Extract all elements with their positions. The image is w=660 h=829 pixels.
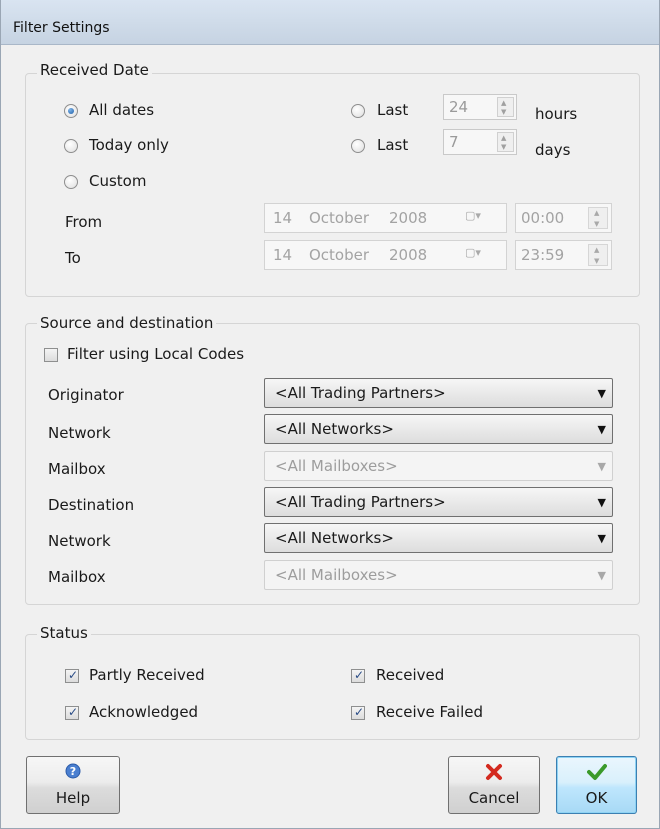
- destination-label: Destination: [48, 496, 135, 514]
- chevron-down-icon: ▼: [597, 460, 606, 473]
- last-hours-label[interactable]: Last: [377, 101, 408, 119]
- to-day: 14: [273, 246, 293, 264]
- to-month: October: [309, 246, 370, 264]
- received-checkbox[interactable]: ✓: [351, 668, 365, 683]
- check-icon: ✓: [68, 668, 79, 682]
- ok-button[interactable]: OK: [556, 756, 637, 814]
- last-hours-radio[interactable]: [351, 104, 365, 118]
- last-days-spin-arrows[interactable]: ▲ ▼: [497, 132, 514, 152]
- last-days-value: 7: [449, 133, 459, 151]
- chevron-down-icon: ▼: [597, 532, 606, 545]
- destination-mailbox-dropdown[interactable]: <All Mailboxes> ▼: [264, 560, 613, 590]
- hours-unit-label: hours: [535, 105, 578, 123]
- custom-label[interactable]: Custom: [89, 172, 146, 190]
- checkmark-icon: [557, 763, 636, 785]
- received-label[interactable]: Received: [376, 666, 444, 684]
- acknowledged-checkbox[interactable]: ✓: [65, 705, 79, 720]
- destination-mailbox-label: Mailbox: [48, 568, 106, 586]
- last-days-spinner[interactable]: 7 ▲ ▼: [443, 129, 517, 155]
- chevron-down-icon: ▼: [597, 387, 606, 400]
- today-only-label[interactable]: Today only: [89, 136, 169, 154]
- status-group: [25, 634, 640, 740]
- partly-received-checkbox[interactable]: ✓: [65, 668, 79, 683]
- from-time-spin-arrows[interactable]: ▲ ▼: [588, 207, 608, 229]
- originator-network-label: Network: [48, 424, 111, 442]
- last-days-radio[interactable]: [351, 139, 365, 153]
- received-date-group-label: Received Date: [37, 61, 152, 79]
- acknowledged-label[interactable]: Acknowledged: [89, 703, 198, 721]
- originator-network-dropdown[interactable]: <All Networks> ▼: [264, 414, 613, 444]
- cancel-label: Cancel: [468, 789, 520, 807]
- help-icon: ?: [27, 763, 119, 783]
- calendar-dropdown-icon[interactable]: ▢▾: [465, 246, 495, 264]
- chevron-down-icon: ▼: [597, 496, 606, 509]
- last-hours-spinner[interactable]: 24 ▲ ▼: [443, 94, 517, 120]
- ok-label: OK: [585, 789, 608, 807]
- last-days-label[interactable]: Last: [377, 136, 408, 154]
- receive-failed-label[interactable]: Receive Failed: [376, 703, 483, 721]
- originator-label: Originator: [48, 386, 124, 404]
- last-hours-value: 24: [449, 98, 469, 116]
- check-icon: ✓: [354, 668, 365, 682]
- originator-mailbox-dropdown[interactable]: <All Mailboxes> ▼: [264, 451, 613, 481]
- destination-network-label: Network: [48, 532, 111, 550]
- filter-settings-dialog: Filter Settings Received Date All dates …: [0, 0, 660, 829]
- svg-text:?: ?: [70, 765, 76, 778]
- from-month: October: [309, 209, 370, 227]
- cancel-icon: [449, 763, 539, 785]
- title-bar[interactable]: Filter Settings: [1, 0, 659, 45]
- chevron-down-icon: ▼: [597, 423, 606, 436]
- check-icon: ✓: [354, 705, 365, 719]
- to-date-picker[interactable]: 14 October 2008 ▢▾: [264, 240, 507, 270]
- source-destination-group-label: Source and destination: [37, 314, 217, 332]
- to-label: To: [65, 249, 81, 267]
- destination-value: <All Trading Partners>: [275, 493, 446, 511]
- chevron-down-icon: ▼: [597, 569, 606, 582]
- to-year: 2008: [389, 246, 428, 264]
- help-button[interactable]: ? Help: [26, 756, 120, 814]
- days-unit-label: days: [535, 141, 571, 159]
- custom-radio[interactable]: [64, 175, 78, 189]
- originator-mailbox-label: Mailbox: [48, 460, 106, 478]
- originator-dropdown[interactable]: <All Trading Partners> ▼: [264, 378, 613, 408]
- destination-network-dropdown[interactable]: <All Networks> ▼: [264, 523, 613, 553]
- local-codes-label[interactable]: Filter using Local Codes: [67, 345, 244, 363]
- originator-value: <All Trading Partners>: [275, 384, 446, 402]
- from-date-picker[interactable]: 14 October 2008 ▢▾: [264, 203, 507, 233]
- receive-failed-checkbox[interactable]: ✓: [351, 705, 365, 720]
- status-group-label: Status: [37, 624, 91, 642]
- all-dates-label[interactable]: All dates: [89, 101, 154, 119]
- originator-network-value: <All Networks>: [275, 420, 394, 438]
- today-only-radio[interactable]: [64, 139, 78, 153]
- last-hours-spin-arrows[interactable]: ▲ ▼: [497, 97, 514, 117]
- local-codes-checkbox[interactable]: [44, 348, 58, 362]
- destination-dropdown[interactable]: <All Trading Partners> ▼: [264, 487, 613, 517]
- from-label: From: [65, 213, 103, 231]
- help-label: Help: [55, 789, 91, 807]
- calendar-dropdown-icon[interactable]: ▢▾: [465, 209, 495, 227]
- to-time: 23:59: [521, 246, 565, 264]
- check-icon: ✓: [68, 705, 79, 719]
- from-day: 14: [273, 209, 293, 227]
- all-dates-radio[interactable]: [64, 104, 78, 118]
- from-year: 2008: [389, 209, 428, 227]
- to-time-spin-arrows[interactable]: ▲ ▼: [588, 244, 608, 266]
- window-title: Filter Settings: [13, 20, 110, 36]
- from-time-spinner[interactable]: 00:00 ▲ ▼: [515, 203, 612, 233]
- originator-mailbox-value: <All Mailboxes>: [275, 457, 398, 475]
- cancel-button[interactable]: Cancel: [448, 756, 540, 814]
- from-time: 00:00: [521, 209, 565, 227]
- partly-received-label[interactable]: Partly Received: [89, 666, 205, 684]
- destination-mailbox-value: <All Mailboxes>: [275, 566, 398, 584]
- destination-network-value: <All Networks>: [275, 529, 394, 547]
- to-time-spinner[interactable]: 23:59 ▲ ▼: [515, 240, 612, 270]
